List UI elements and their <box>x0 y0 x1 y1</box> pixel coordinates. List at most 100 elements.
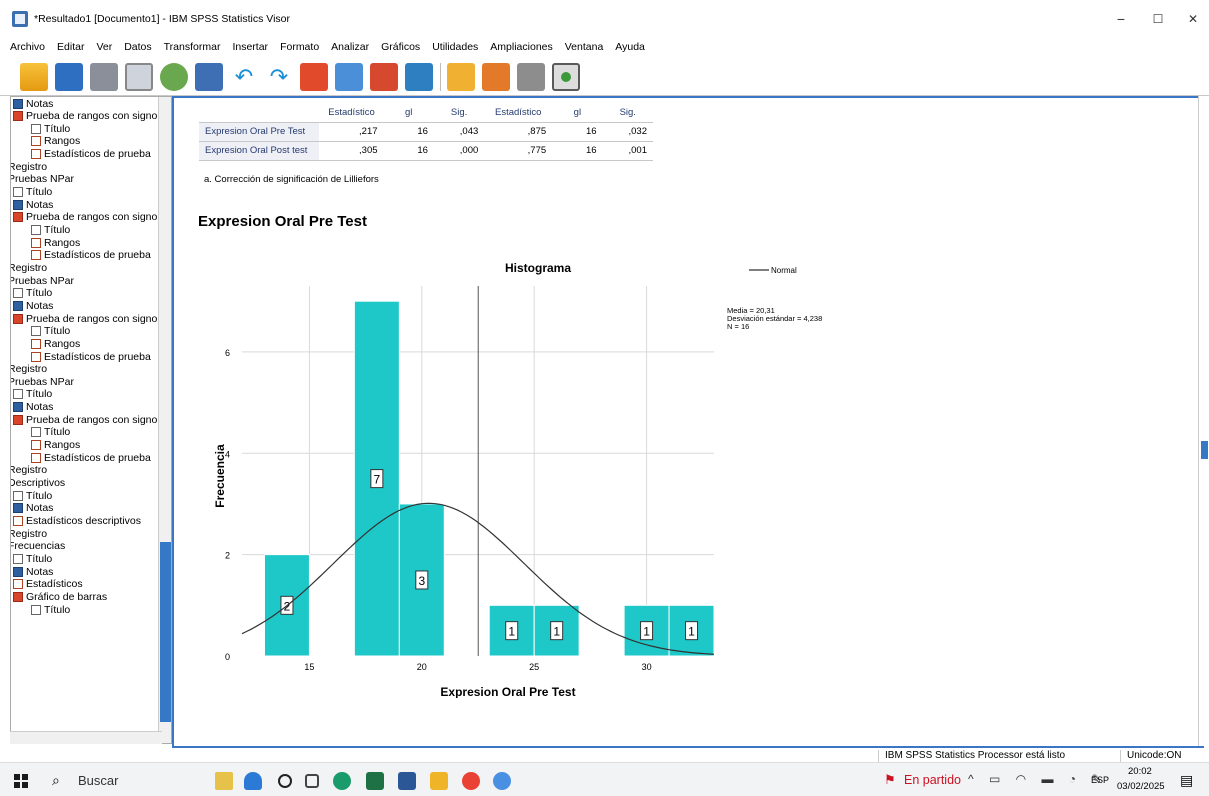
weather-widget[interactable]: En partido <box>904 773 961 787</box>
menu-insertar[interactable]: Insertar <box>232 41 268 53</box>
task-view-icon[interactable] <box>305 774 319 788</box>
word-icon[interactable] <box>398 772 416 790</box>
menu-utilidades[interactable]: Utilidades <box>432 41 478 53</box>
outline-scroll-thumb[interactable] <box>160 542 171 722</box>
edge-icon[interactable] <box>333 772 351 790</box>
hide-icon[interactable] <box>517 62 545 91</box>
outline-item[interactable]: Notas <box>13 565 53 578</box>
menu-editar[interactable]: Editar <box>57 41 84 53</box>
open-folder-icon[interactable] <box>20 62 48 91</box>
clock-date[interactable]: 03/02/2025 <box>1117 781 1165 792</box>
undo-icon[interactable]: ↶ <box>230 63 258 91</box>
outline-item[interactable]: Rangos <box>31 135 80 148</box>
histogram-chart[interactable]: 2731 1 1 1024615 20 25 30HistogramaExpresion O… <box>194 258 834 698</box>
outline-item[interactable]: Estadísticos de prueba <box>31 249 151 262</box>
outline-item[interactable]: Estadísticos de prueba <box>31 350 151 363</box>
menu-analizar[interactable]: Analizar <box>331 41 369 53</box>
folder-icon[interactable] <box>430 772 448 790</box>
outline-item[interactable]: Estadísticos de prueba <box>31 148 151 161</box>
export-icon[interactable] <box>160 62 188 91</box>
outline-item[interactable]: Pruebas NPar <box>11 375 74 388</box>
outline-item[interactable]: Frecuencias <box>11 540 65 553</box>
print-icon[interactable] <box>90 62 118 91</box>
maximize-button[interactable]: ☐ <box>1140 8 1176 30</box>
menu-formato[interactable]: Formato <box>280 41 319 53</box>
outline-horizontal-scrollbar[interactable] <box>10 731 162 744</box>
outline-item[interactable]: Prueba de rangos con signo <box>13 211 157 224</box>
outline-item[interactable]: Notas <box>13 401 53 414</box>
excel-icon[interactable] <box>366 772 384 790</box>
outline-item[interactable]: Título <box>13 552 52 565</box>
search-icon[interactable]: ⌕ <box>52 772 60 789</box>
outline-item[interactable]: Registro <box>11 363 47 376</box>
spss-taskbar-icon[interactable] <box>493 772 511 790</box>
outline-item[interactable]: Pruebas NPar <box>11 173 74 186</box>
menu-datos[interactable]: Datos <box>124 41 151 53</box>
outline-item[interactable]: Registro <box>11 464 47 477</box>
clock-time[interactable]: 20:02 <box>1128 766 1152 777</box>
outline-item[interactable]: Rangos <box>31 236 80 249</box>
outline-item[interactable]: Título <box>31 426 70 439</box>
variables-icon[interactable] <box>405 62 433 91</box>
menu-transformar[interactable]: Transformar <box>164 41 221 53</box>
outline-item[interactable]: Título <box>31 224 70 237</box>
outline-scrollbar[interactable] <box>158 97 171 743</box>
outline-item[interactable]: Rangos <box>31 337 80 350</box>
menu-ampliaciones[interactable]: Ampliaciones <box>490 41 552 53</box>
outline-item[interactable]: Estadísticos de prueba <box>31 451 151 464</box>
title-icon <box>13 187 23 198</box>
menu-ayuda[interactable]: Ayuda <box>615 41 645 53</box>
outline-item[interactable]: Título <box>31 325 70 338</box>
outline-item[interactable]: Registro <box>11 527 47 540</box>
outline-item[interactable]: Título <box>13 489 52 502</box>
outline-item[interactable]: Notas <box>13 97 53 110</box>
print-preview-icon[interactable] <box>125 62 153 91</box>
outline-item[interactable]: Título <box>13 186 52 199</box>
windows-start-icon[interactable] <box>14 774 28 788</box>
outline-item[interactable]: Notas <box>13 299 53 312</box>
taskbar-search[interactable]: Buscar <box>78 773 118 788</box>
menu-ver[interactable]: Ver <box>96 41 112 53</box>
menu-grficos[interactable]: Gráficos <box>381 41 420 53</box>
outline-item[interactable]: Registro <box>11 261 47 274</box>
outline-item[interactable]: Título <box>31 122 70 135</box>
menu-ventana[interactable]: Ventana <box>565 41 604 53</box>
table-icon <box>31 351 41 362</box>
outline-item[interactable]: Prueba de rangos con signo <box>13 110 157 123</box>
outline-item[interactable]: Notas <box>13 198 53 211</box>
outline-item-label: Título <box>44 603 71 616</box>
outline-item[interactable]: Prueba de rangos con signo <box>13 312 157 325</box>
outline-item[interactable]: Estadísticos descriptivos <box>13 514 141 527</box>
goto-data-icon[interactable] <box>300 62 328 91</box>
recall-dialog-icon[interactable] <box>195 62 223 91</box>
outline-item[interactable]: Registro <box>11 160 47 173</box>
chrome-icon[interactable] <box>462 772 480 790</box>
outline-item[interactable]: Rangos <box>31 439 80 452</box>
outline-item[interactable]: Título <box>13 388 52 401</box>
language-indicator[interactable]: ESP <box>1091 775 1109 785</box>
bubble-app-icon[interactable] <box>244 772 262 790</box>
outline-item[interactable]: Estadísticos <box>13 578 83 591</box>
cortana-icon[interactable] <box>278 774 292 788</box>
goto-case-icon[interactable] <box>335 62 363 91</box>
redo-icon[interactable]: ↷ <box>265 63 293 91</box>
outline-item[interactable]: Título <box>13 287 52 300</box>
outline-item[interactable]: Pruebas NPar <box>11 274 74 287</box>
outline-item[interactable]: Prueba de rangos con signo <box>13 413 157 426</box>
outline-item[interactable]: Notas <box>13 502 53 515</box>
outline-item[interactable]: Descriptivos <box>11 477 65 490</box>
designate-window-icon[interactable] <box>447 62 475 91</box>
outline-item[interactable]: Gráfico de barras <box>13 590 107 603</box>
tray-icons[interactable]: ^ ▭ ◠ ▬ ◔ ✎ <box>968 772 1107 786</box>
outline-item[interactable]: Título <box>31 603 70 616</box>
show-all-icon[interactable] <box>552 62 580 91</box>
close-button[interactable]: ✕ <box>1175 8 1209 30</box>
menu-archivo[interactable]: Archivo <box>10 41 45 53</box>
goto-variable-icon[interactable] <box>370 62 398 91</box>
output-vertical-scrollbar[interactable] <box>1198 96 1209 746</box>
notifications-icon[interactable]: ▤ <box>1180 772 1193 789</box>
save-icon[interactable] <box>55 62 83 91</box>
insert-heading-icon[interactable] <box>482 62 510 91</box>
minimize-button[interactable]: − <box>1103 8 1139 30</box>
file-explorer-pen-icon[interactable] <box>215 772 233 790</box>
